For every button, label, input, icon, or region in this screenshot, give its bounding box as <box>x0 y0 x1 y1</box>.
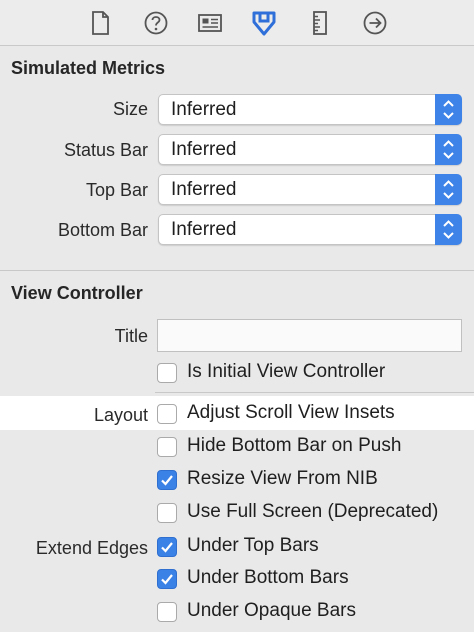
size-label: Size <box>112 99 148 119</box>
use-full-screen-label: Use Full Screen (Deprecated) <box>187 501 439 522</box>
chevron-updown-icon <box>435 174 462 205</box>
chevron-updown-icon <box>435 134 462 165</box>
inspector-toolbar <box>0 0 474 46</box>
connections-icon[interactable] <box>361 9 389 37</box>
title-input[interactable] <box>157 319 462 352</box>
title-label: Title <box>114 326 148 346</box>
hide-bottom-bar-label: Hide Bottom Bar on Push <box>187 435 402 456</box>
top-bar-popup-value: Inferred <box>171 179 237 200</box>
status-bar-popup[interactable]: Inferred <box>158 134 462 165</box>
under-top-bars-label: Under Top Bars <box>187 535 319 556</box>
resize-from-nib-checkbox[interactable] <box>157 470 177 490</box>
file-icon[interactable] <box>86 9 114 37</box>
hide-bottom-bar-checkbox[interactable] <box>157 437 177 457</box>
under-top-bars-row[interactable]: Under Top Bars <box>155 534 474 560</box>
adjust-scroll-insets-checkbox[interactable] <box>157 404 177 424</box>
size-popup[interactable]: Inferred <box>158 94 462 125</box>
section-divider <box>0 270 474 271</box>
bottom-bar-popup[interactable]: Inferred <box>158 214 462 245</box>
extend-edges-label: Extend Edges <box>35 538 148 558</box>
layout-label: Layout <box>93 405 148 425</box>
view-controller-title: View Controller <box>11 283 143 303</box>
resize-from-nib-label: Resize View From NIB <box>187 468 378 489</box>
use-full-screen-row[interactable]: Use Full Screen (Deprecated) <box>155 500 474 526</box>
checkmark-icon <box>161 542 173 553</box>
is-initial-checkbox-row[interactable]: Is Initial View Controller <box>155 360 474 386</box>
is-initial-checkbox[interactable] <box>157 363 177 383</box>
bottom-bar-label: Bottom Bar <box>57 220 148 240</box>
chevron-updown-icon <box>435 94 462 125</box>
under-bottom-bars-label: Under Bottom Bars <box>187 567 349 588</box>
under-opaque-bars-row[interactable]: Under Opaque Bars <box>155 599 474 625</box>
status-bar-label: Status Bar <box>63 140 148 160</box>
is-initial-label: Is Initial View Controller <box>187 361 386 382</box>
top-bar-label: Top Bar <box>85 180 148 200</box>
adjust-scroll-insets-label: Adjust Scroll View Insets <box>187 402 395 423</box>
under-bottom-bars-checkbox[interactable] <box>157 569 177 589</box>
adjust-scroll-insets-row[interactable]: Adjust Scroll View Insets <box>155 401 474 427</box>
resize-from-nib-row[interactable]: Resize View From NIB <box>155 467 474 493</box>
under-top-bars-checkbox[interactable] <box>157 537 177 557</box>
chevron-updown-icon <box>435 214 462 245</box>
simulated-metrics-title: Simulated Metrics <box>11 58 166 78</box>
size-popup-value: Inferred <box>171 99 237 120</box>
ruler-icon[interactable] <box>306 9 334 37</box>
checkmark-icon <box>161 574 173 585</box>
identity-icon[interactable] <box>196 9 224 37</box>
top-bar-popup[interactable]: Inferred <box>158 174 462 205</box>
attributes-icon[interactable] <box>250 9 278 37</box>
under-opaque-bars-label: Under Opaque Bars <box>187 600 356 621</box>
bottom-bar-popup-value: Inferred <box>171 219 237 240</box>
help-icon[interactable] <box>142 9 170 37</box>
status-bar-popup-value: Inferred <box>171 139 237 160</box>
checkmark-icon <box>161 475 173 486</box>
use-full-screen-checkbox[interactable] <box>157 503 177 523</box>
hide-bottom-bar-row[interactable]: Hide Bottom Bar on Push <box>155 434 474 460</box>
row-divider <box>155 392 474 393</box>
under-opaque-bars-checkbox[interactable] <box>157 602 177 622</box>
under-bottom-bars-row[interactable]: Under Bottom Bars <box>155 566 474 592</box>
